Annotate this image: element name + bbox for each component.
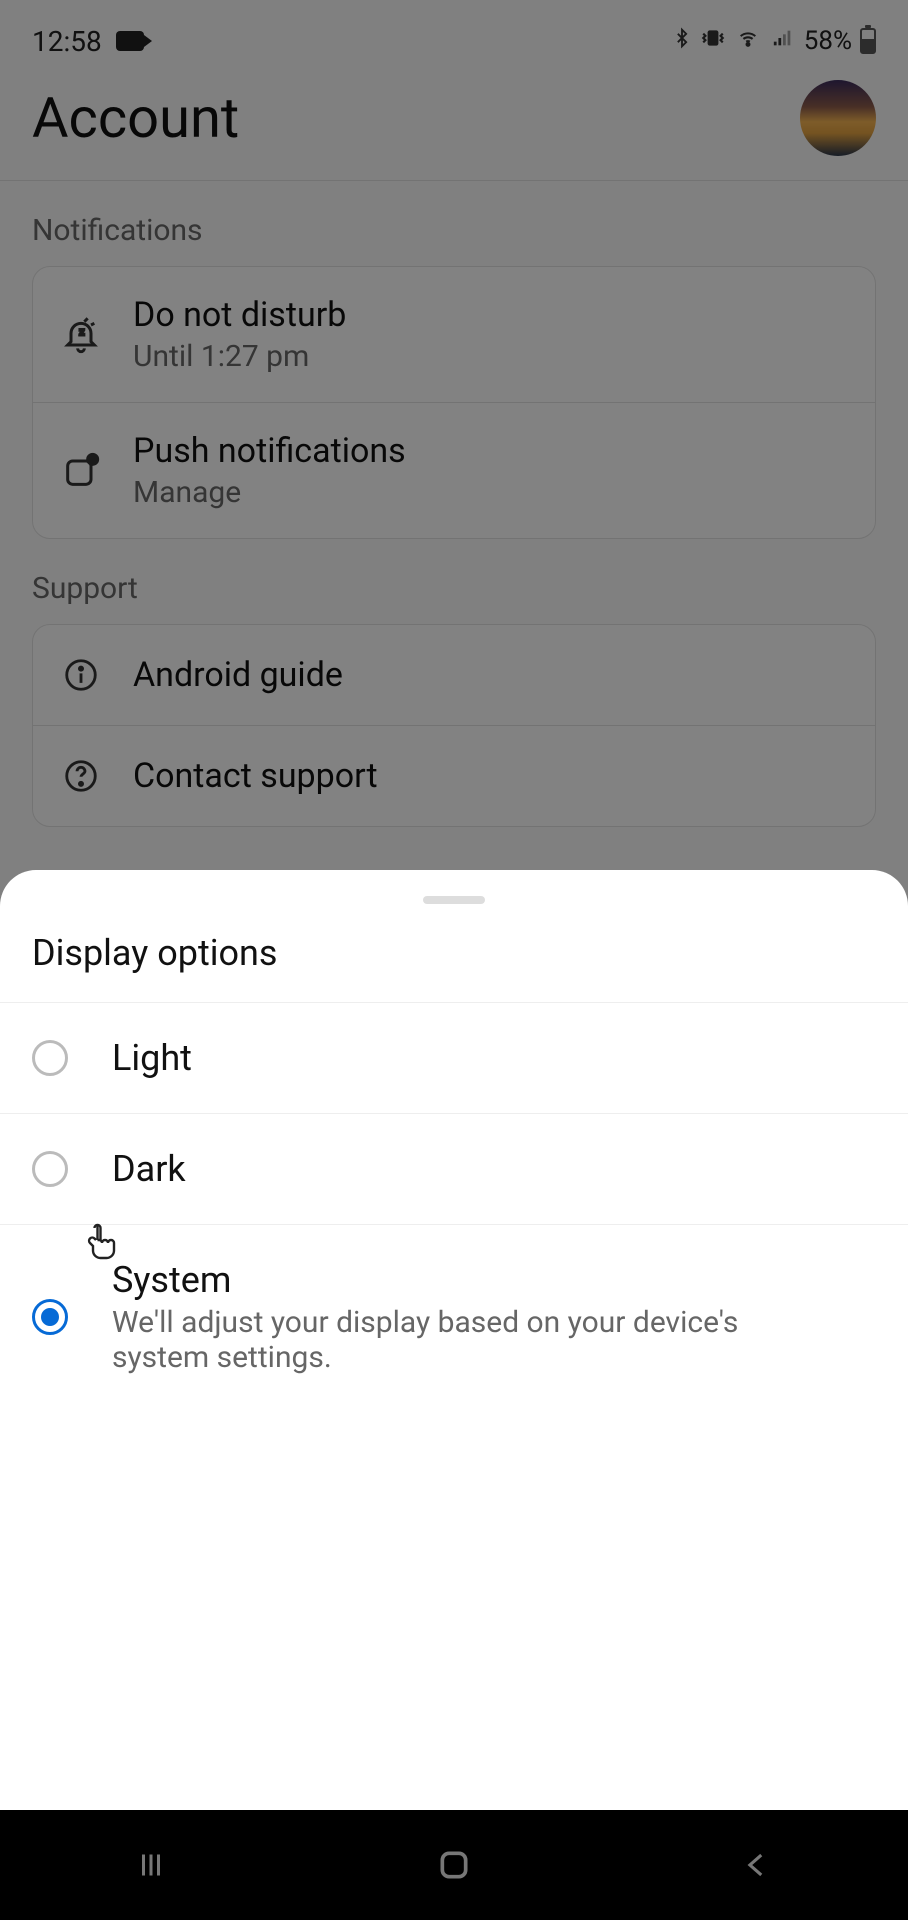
option-text: Light	[112, 1037, 192, 1079]
option-sub: We'll adjust your display based on your …	[112, 1305, 772, 1375]
radio-dark[interactable]	[32, 1151, 68, 1187]
option-label: System	[112, 1259, 772, 1301]
sheet-title: Display options	[0, 924, 908, 1002]
radio-light[interactable]	[32, 1040, 68, 1076]
option-label: Dark	[112, 1148, 186, 1190]
home-button[interactable]	[424, 1835, 484, 1895]
navigation-bar	[0, 1810, 908, 1920]
back-button[interactable]	[727, 1835, 787, 1895]
screen: 12:58 58% Account Notifications	[0, 0, 908, 1920]
option-text: System We'll adjust your display based o…	[112, 1259, 772, 1375]
option-dark[interactable]: Dark	[0, 1113, 908, 1224]
option-light[interactable]: Light	[0, 1002, 908, 1113]
radio-system[interactable]	[32, 1299, 68, 1335]
display-options-sheet: Display options Light Dark System We'll …	[0, 870, 908, 1920]
option-system[interactable]: System We'll adjust your display based o…	[0, 1224, 908, 1409]
recents-button[interactable]	[121, 1835, 181, 1895]
option-text: Dark	[112, 1148, 186, 1190]
option-label: Light	[112, 1037, 192, 1079]
drag-handle[interactable]	[423, 896, 485, 904]
